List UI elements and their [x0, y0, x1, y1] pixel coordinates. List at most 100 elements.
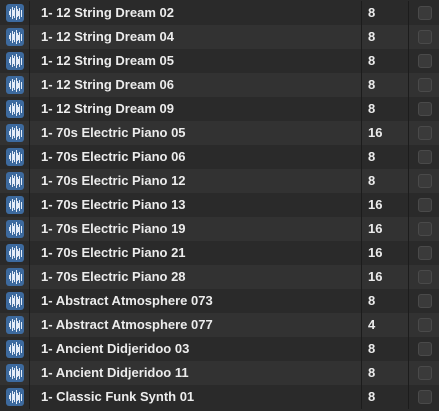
list-item[interactable]: 1- Ancient Didjeridoo 11 8 — [0, 361, 439, 385]
favorite-cell — [409, 145, 439, 169]
loop-name: 1- Abstract Atmosphere 073 — [30, 289, 362, 313]
list-item[interactable]: 1- 70s Electric Piano 21 16 — [0, 241, 439, 265]
loop-beats: 8 — [362, 73, 409, 97]
icon-cell — [0, 121, 30, 145]
loop-name: 1- Abstract Atmosphere 077 — [30, 313, 362, 337]
favorite-cell — [409, 73, 439, 97]
audio-waveform-icon — [6, 196, 24, 214]
favorite-cell — [409, 217, 439, 241]
loop-name: 1- 70s Electric Piano 19 — [30, 217, 362, 241]
favorite-checkbox[interactable] — [418, 126, 432, 140]
audio-waveform-icon — [6, 100, 24, 118]
favorite-checkbox[interactable] — [418, 78, 432, 92]
icon-cell — [0, 193, 30, 217]
favorite-checkbox[interactable] — [418, 198, 432, 212]
favorite-checkbox[interactable] — [418, 102, 432, 116]
loop-name: 1- Ancient Didjeridoo 11 — [30, 361, 362, 385]
favorite-checkbox[interactable] — [418, 54, 432, 68]
loop-beats: 16 — [362, 265, 409, 289]
list-item[interactable]: 1- 12 String Dream 05 8 — [0, 49, 439, 73]
list-item[interactable]: 1- 70s Electric Piano 28 16 — [0, 265, 439, 289]
favorite-cell — [409, 337, 439, 361]
loop-name: 1- 12 String Dream 02 — [30, 1, 362, 25]
favorite-checkbox[interactable] — [418, 246, 432, 260]
loop-browser-list: 1- 12 String Dream 02 8 1- 12 String Dream… — [0, 0, 439, 411]
favorite-cell — [409, 97, 439, 121]
icon-cell — [0, 73, 30, 97]
list-item[interactable]: 1- 12 String Dream 06 8 — [0, 73, 439, 97]
favorite-cell — [409, 49, 439, 73]
icon-cell — [0, 361, 30, 385]
audio-waveform-icon — [6, 148, 24, 166]
icon-cell — [0, 289, 30, 313]
audio-waveform-icon — [6, 76, 24, 94]
audio-waveform-icon — [6, 244, 24, 262]
favorite-checkbox[interactable] — [418, 294, 432, 308]
icon-cell — [0, 169, 30, 193]
list-item[interactable]: 1- Ancient Didjeridoo 03 8 — [0, 337, 439, 361]
loop-beats: 8 — [362, 361, 409, 385]
favorite-checkbox[interactable] — [418, 366, 432, 380]
audio-waveform-icon — [6, 52, 24, 70]
favorite-checkbox[interactable] — [418, 318, 432, 332]
favorite-checkbox[interactable] — [418, 222, 432, 236]
loop-name: 1- 12 String Dream 04 — [30, 25, 362, 49]
loop-beats: 16 — [362, 241, 409, 265]
audio-waveform-icon — [6, 4, 24, 22]
list-item[interactable]: 1- Abstract Atmosphere 077 4 — [0, 313, 439, 337]
favorite-cell — [409, 193, 439, 217]
favorite-cell — [409, 241, 439, 265]
loop-beats: 8 — [362, 25, 409, 49]
audio-waveform-icon — [6, 340, 24, 358]
favorite-checkbox[interactable] — [418, 390, 432, 404]
audio-waveform-icon — [6, 124, 24, 142]
loop-name: 1- 70s Electric Piano 06 — [30, 145, 362, 169]
loop-name: 1- 70s Electric Piano 12 — [30, 169, 362, 193]
favorite-cell — [409, 289, 439, 313]
favorite-checkbox[interactable] — [418, 174, 432, 188]
list-item[interactable]: 1- 70s Electric Piano 05 16 — [0, 121, 439, 145]
icon-cell — [0, 241, 30, 265]
favorite-checkbox[interactable] — [418, 342, 432, 356]
list-item[interactable]: 1- Classic Funk Synth 01 8 — [0, 385, 439, 409]
list-item[interactable]: 1- 70s Electric Piano 12 8 — [0, 169, 439, 193]
loop-beats: 8 — [362, 49, 409, 73]
list-item[interactable]: 1- 12 String Dream 09 8 — [0, 97, 439, 121]
loop-beats: 8 — [362, 337, 409, 361]
icon-cell — [0, 97, 30, 121]
loop-beats: 8 — [362, 145, 409, 169]
list-item[interactable]: 1- Abstract Atmosphere 073 8 — [0, 289, 439, 313]
icon-cell — [0, 313, 30, 337]
favorite-checkbox[interactable] — [418, 270, 432, 284]
list-item[interactable]: 1- 12 String Dream 04 8 — [0, 25, 439, 49]
list-item[interactable]: 1- 70s Electric Piano 19 16 — [0, 217, 439, 241]
list-item[interactable]: 1- 70s Electric Piano 06 8 — [0, 145, 439, 169]
loop-beats: 8 — [362, 169, 409, 193]
loop-beats: 16 — [362, 217, 409, 241]
loop-name: 1- 70s Electric Piano 05 — [30, 121, 362, 145]
audio-waveform-icon — [6, 316, 24, 334]
favorite-cell — [409, 361, 439, 385]
icon-cell — [0, 265, 30, 289]
audio-waveform-icon — [6, 28, 24, 46]
list-item[interactable]: 1- 70s Electric Piano 13 16 — [0, 193, 439, 217]
loop-beats: 8 — [362, 289, 409, 313]
icon-cell — [0, 25, 30, 49]
icon-cell — [0, 217, 30, 241]
favorite-cell — [409, 385, 439, 409]
audio-waveform-icon — [6, 292, 24, 310]
favorite-cell — [409, 1, 439, 25]
loop-beats: 16 — [362, 193, 409, 217]
icon-cell — [0, 1, 30, 25]
loop-beats: 4 — [362, 313, 409, 337]
favorite-cell — [409, 169, 439, 193]
audio-waveform-icon — [6, 172, 24, 190]
favorite-checkbox[interactable] — [418, 30, 432, 44]
audio-waveform-icon — [6, 388, 24, 406]
loop-beats: 8 — [362, 97, 409, 121]
favorite-checkbox[interactable] — [418, 150, 432, 164]
loop-name: 1- 12 String Dream 06 — [30, 73, 362, 97]
list-item[interactable]: 1- 12 String Dream 02 8 — [0, 1, 439, 25]
loop-name: 1- 12 String Dream 05 — [30, 49, 362, 73]
favorite-checkbox[interactable] — [418, 6, 432, 20]
